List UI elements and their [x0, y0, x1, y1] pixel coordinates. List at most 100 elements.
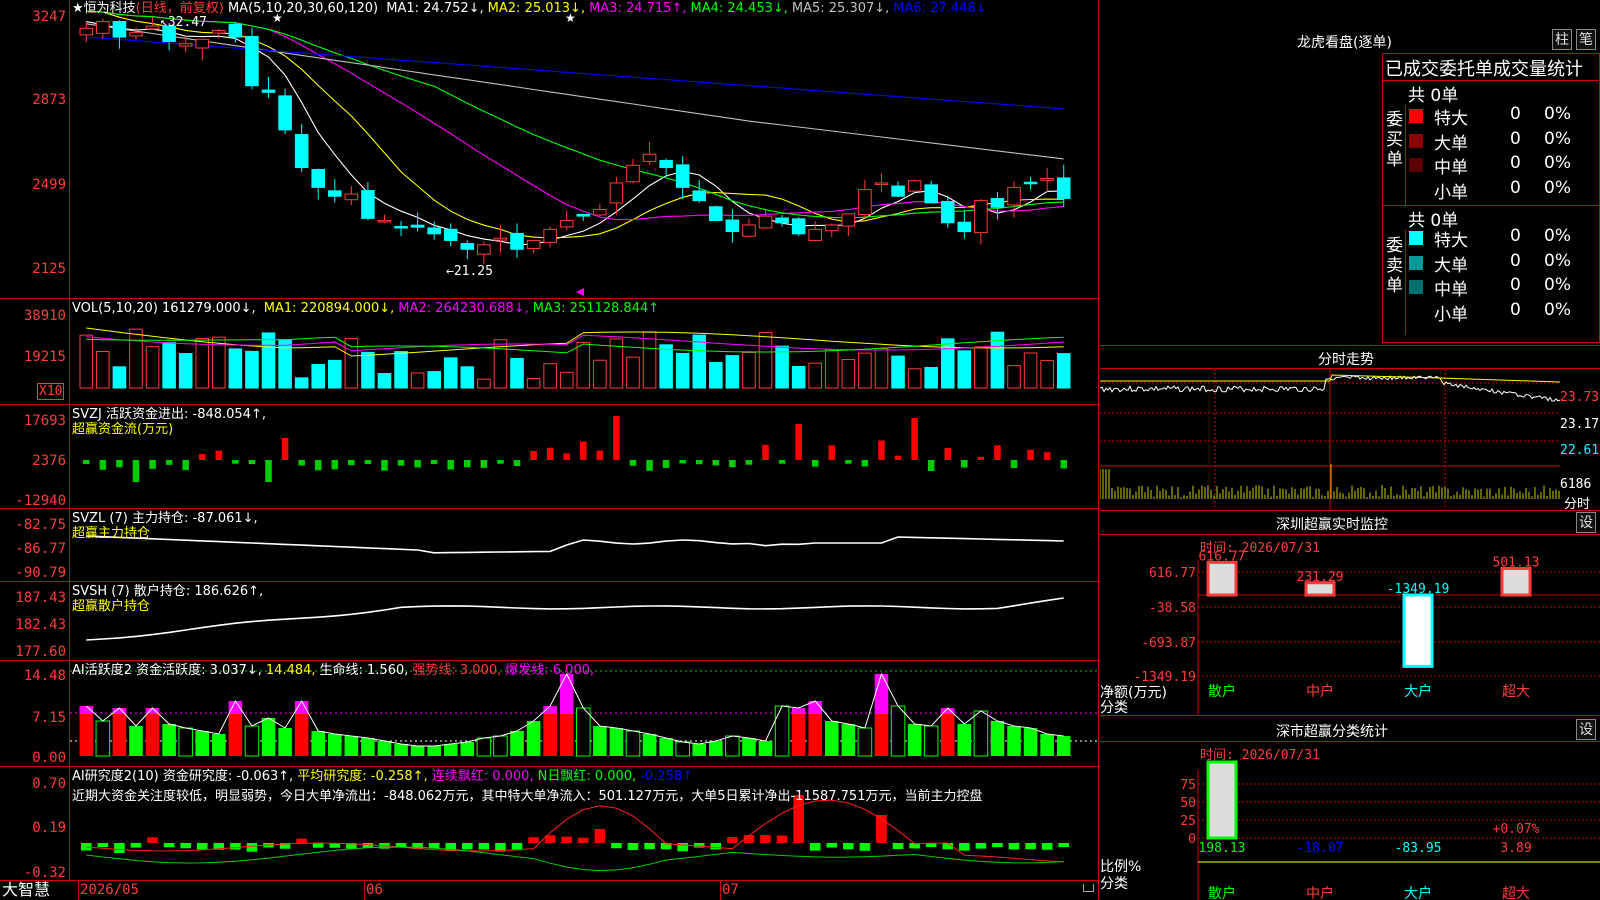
buy-row-pct: 0% — [1544, 153, 1571, 173]
money-flow-bar — [894, 455, 902, 460]
money-flow-bar — [348, 460, 355, 466]
research-bar — [478, 843, 490, 850]
money-flow-bar — [513, 460, 521, 467]
candle-up — [96, 21, 110, 34]
money-flow-bar — [447, 460, 455, 470]
money-flow-bar — [811, 460, 819, 467]
money-flow-bar — [1027, 449, 1034, 460]
money-flow-bar — [298, 460, 305, 466]
btn-tick-mode[interactable]: 笔 — [1576, 29, 1596, 50]
activity-bar — [410, 746, 425, 756]
sz-monitor-settings-button[interactable]: 设 — [1576, 512, 1596, 533]
activity-bar — [145, 714, 160, 756]
research-bar — [959, 843, 970, 851]
ai-active-item: 14.484, — [265, 663, 316, 678]
research-bar — [644, 843, 655, 850]
research-bar — [892, 843, 904, 849]
lock-icon[interactable] — [1083, 884, 1094, 892]
money-flow-bar — [364, 460, 372, 465]
volume-bar — [526, 378, 541, 389]
chart-canvas[interactable]: ★ ★ — [0, 0, 1100, 900]
money-flow-bar — [828, 445, 836, 460]
y-tick: -0.32 — [23, 865, 66, 881]
ai-active-item: 强势线: 3.000, — [412, 663, 502, 678]
volume-bar — [692, 334, 707, 389]
chart-area[interactable]: ★ ★ ★恒为科技(日线，前复权) MA(5,10,20,30,60,120) M… — [0, 0, 1100, 900]
activity-bar — [311, 731, 325, 756]
activity-bar — [526, 721, 541, 756]
ai-active-item: 生命线: 1.560, — [319, 663, 409, 678]
activity-bar — [857, 727, 873, 757]
volume-bar — [228, 348, 243, 389]
classify-bar-top-label: +0.07% — [1493, 822, 1540, 837]
money-flow-bar — [927, 460, 935, 471]
sz-y-tick: 616.77 — [1149, 566, 1196, 581]
sz-monitor-chart[interactable]: 616.77 -38.58 -693.87 -1349.19 616.77 散户 231.2… — [1100, 550, 1600, 715]
volume-bar — [758, 331, 773, 389]
order-stats-title: 已成交委托单成交量统计 — [1385, 59, 1583, 80]
candle-down — [775, 217, 789, 224]
research-bar — [727, 836, 738, 843]
money-flow-bar — [546, 447, 554, 460]
y-tick: 19215 — [23, 349, 66, 365]
vol-ma-value: MA3: 251128.844↑ — [532, 301, 660, 316]
buy-row-label: 中单 — [1434, 158, 1468, 178]
activity-bar — [394, 744, 408, 756]
candle-up — [593, 208, 607, 216]
y-tick: 2499 — [32, 177, 66, 193]
research-bar — [975, 843, 987, 849]
sell-row-label: 大单 — [1434, 255, 1468, 276]
volume-bar — [841, 358, 856, 389]
vol-ma-value: MA1: 220894.000↓, — [263, 301, 395, 316]
candle-down — [328, 190, 342, 197]
stock-title[interactable]: ★恒为科技 — [72, 1, 136, 16]
classify-chart[interactable]: 75 50 25 0198.13 散户 -18.07 中户 -83.95 大户 3.89 +0.07… — [1100, 760, 1600, 900]
sell-row-count: 0 — [1510, 226, 1521, 246]
intraday-chart[interactable] — [1100, 369, 1600, 509]
activity-bar — [129, 726, 143, 756]
research-bar — [114, 843, 125, 853]
money-flow-bar — [414, 460, 421, 468]
activity-bar — [510, 731, 524, 756]
candle-down — [725, 219, 740, 233]
activity-bar — [278, 728, 292, 756]
ma-value: MA2: 25.013↓, — [487, 1, 586, 16]
candle-up — [195, 38, 210, 49]
activity-bar — [79, 714, 94, 756]
date-label: 06 — [366, 882, 383, 898]
research-bar — [1058, 843, 1069, 848]
research-bar — [809, 843, 821, 851]
money-flow-bar — [430, 460, 438, 464]
money-flow-bar — [497, 460, 504, 464]
y-tick: 187.43 — [15, 590, 66, 606]
sell-row-label: 中单 — [1434, 280, 1468, 300]
money-flow-bar — [83, 460, 90, 465]
candle-up — [129, 32, 143, 37]
intraday-tick: 23.73 — [1560, 390, 1600, 405]
volume-bar — [957, 350, 972, 389]
activity-bar — [1023, 728, 1038, 756]
activity-bar — [808, 714, 822, 756]
classify-settings-button[interactable]: 设 — [1576, 719, 1596, 740]
sell-row-pct: 0% — [1544, 299, 1571, 320]
money-flow-bar — [314, 460, 322, 471]
volume-bar — [808, 362, 823, 389]
buy-row-pct: 0% — [1544, 177, 1571, 198]
money-flow-bar — [182, 460, 189, 471]
volume-bar — [1056, 353, 1071, 389]
money-flow-bar — [613, 416, 620, 460]
btn-bar-mode[interactable]: 柱 — [1552, 29, 1572, 50]
activity-bar — [377, 741, 392, 756]
money-flow-bar — [397, 460, 405, 466]
date-label: 07 — [722, 882, 739, 898]
sell-label: 委卖单 — [1386, 236, 1403, 296]
money-flow-bar — [198, 453, 206, 460]
candle-up — [145, 25, 160, 30]
volume-bar — [725, 355, 740, 389]
research-bar — [992, 843, 1003, 848]
y-tick: -90.79 — [15, 565, 66, 581]
activity-bar — [112, 714, 127, 756]
candle-down — [957, 221, 972, 233]
sell-row-count: 0 — [1510, 299, 1521, 320]
candle-up — [178, 43, 193, 47]
